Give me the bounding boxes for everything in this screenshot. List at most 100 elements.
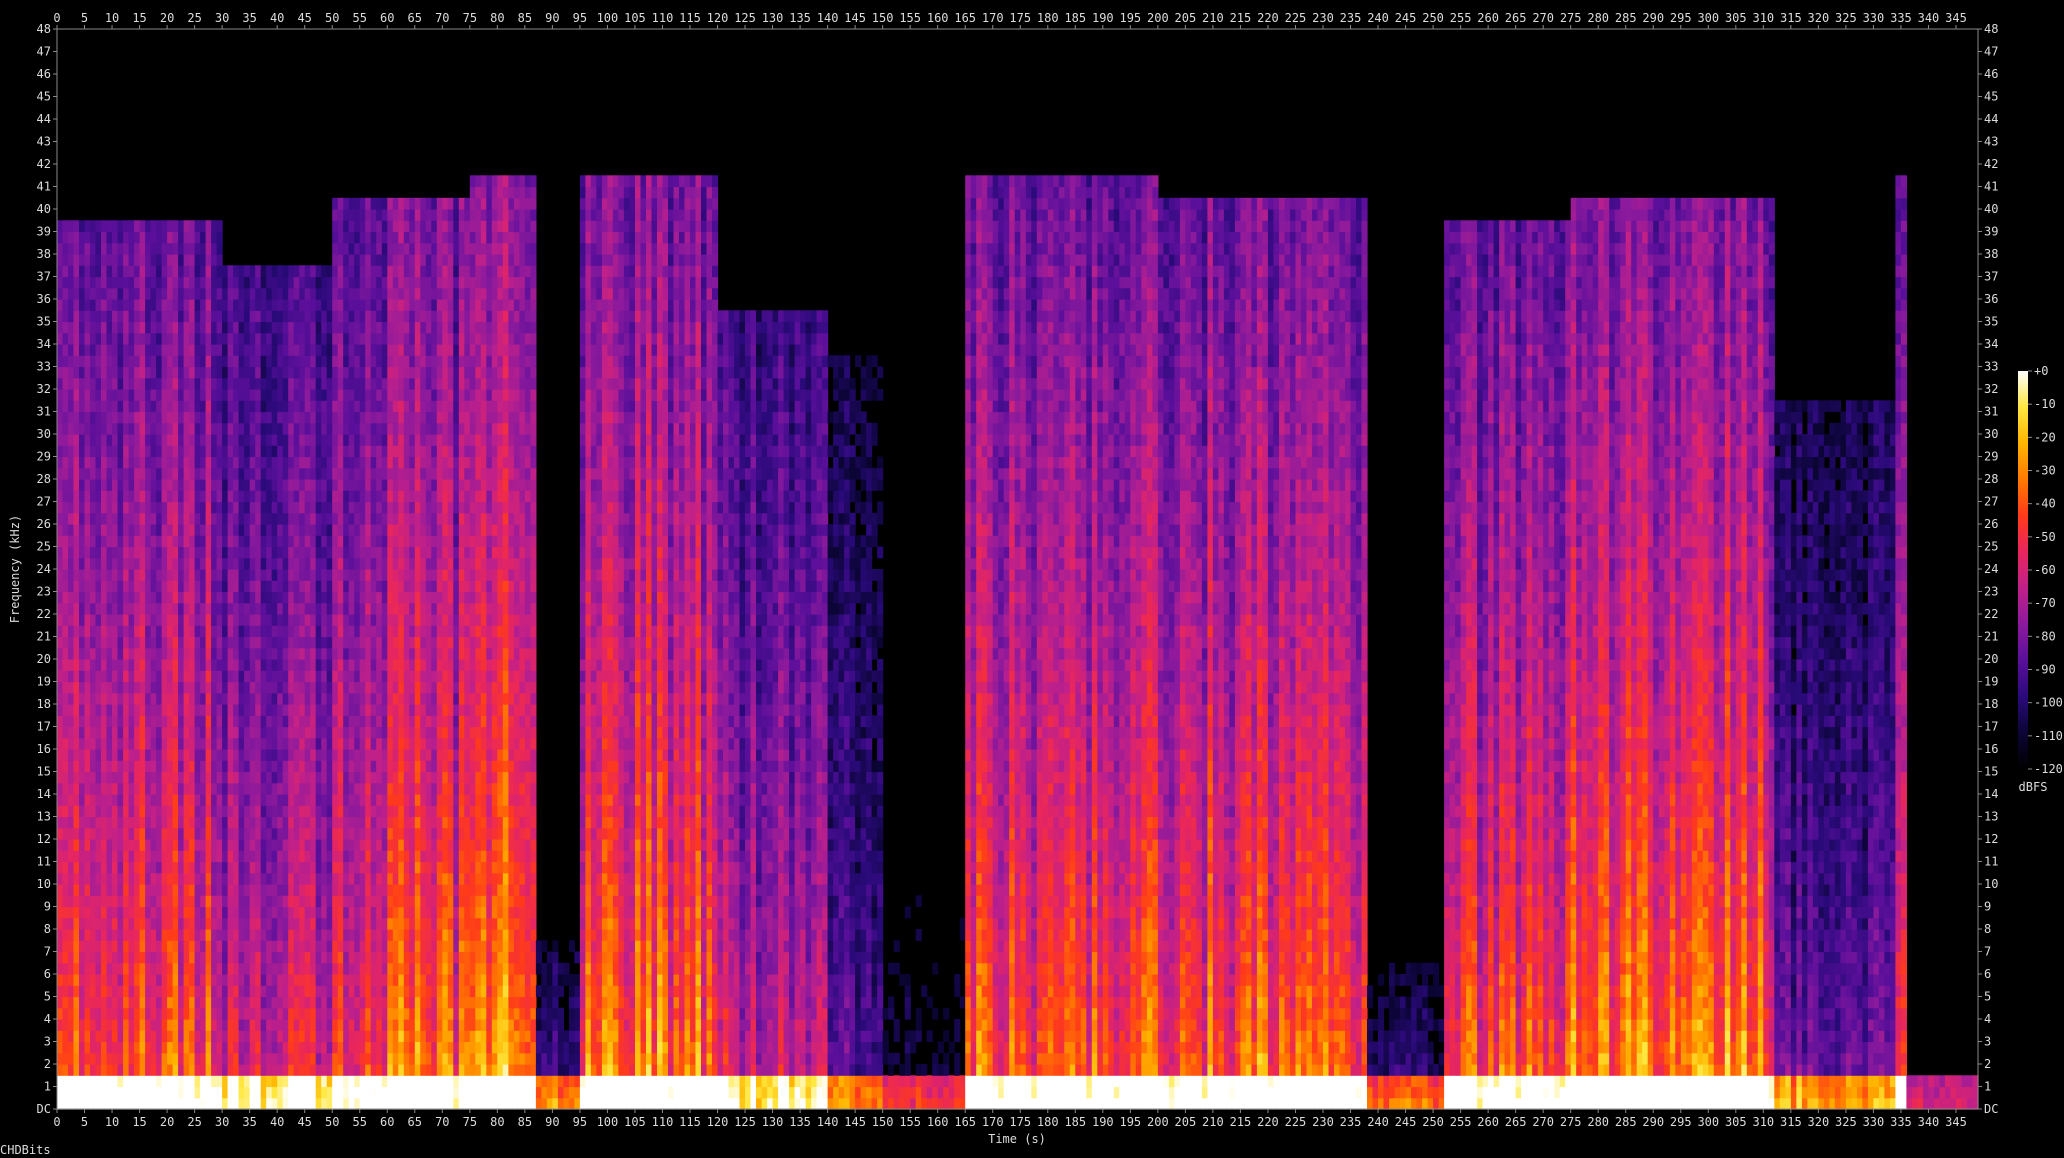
spectrogram-cell: [370, 760, 377, 773]
spectrogram-cell: [62, 996, 69, 1009]
spectrogram-cell: [255, 771, 262, 784]
spectrogram-cell: [101, 827, 108, 840]
spectrogram-cell: [271, 670, 278, 683]
spectrogram-cell: [271, 355, 278, 368]
spectrogram-cell: [266, 1030, 273, 1043]
spectrogram-cell: [57, 726, 64, 739]
spectrogram-cell: [238, 512, 245, 525]
spectrogram-cell: [128, 580, 135, 593]
spectrogram-cell: [211, 490, 218, 503]
spectrogram-cell: [139, 681, 146, 694]
spectrogram-cell: [84, 794, 91, 806]
spectrogram-cell: [321, 872, 328, 885]
spectrogram-cell: [299, 884, 306, 896]
spectrogram-cell: [117, 704, 124, 716]
spectrogram-cell: [57, 625, 64, 638]
spectrogram-cell: [79, 1030, 86, 1043]
spectrogram-cell: [150, 220, 157, 233]
spectrogram-cell: [387, 704, 394, 716]
spectrogram-cell: [139, 535, 146, 548]
spectrogram-cell: [233, 321, 240, 334]
spectrogram-cell: [370, 1097, 377, 1110]
spectrogram-cell: [106, 1007, 113, 1020]
spectrogram-cell: [315, 614, 322, 626]
spectrogram-cell: [321, 692, 328, 705]
spectrogram-cell: [354, 625, 361, 638]
spectrogram-cell: [167, 434, 174, 446]
spectrogram-cell: [90, 895, 97, 908]
spectrogram-cell: [277, 681, 284, 694]
spectrogram-cell: [227, 951, 234, 964]
spectrogram-cell: [172, 850, 179, 863]
spectrogram-cell: [84, 231, 91, 244]
spectrogram-cell: [365, 231, 372, 244]
spectrogram-cell: [222, 512, 229, 525]
spectrogram-cell: [266, 1075, 273, 1088]
spectrogram-cell: [178, 782, 185, 795]
spectrogram-cell: [398, 1086, 405, 1099]
spectrogram-cell: [123, 625, 130, 638]
spectrogram-cell: [282, 602, 289, 615]
spectrogram-cell: [288, 535, 295, 548]
spectrogram-cell: [150, 884, 157, 896]
spectrogram-cell: [200, 816, 207, 829]
spectrogram-cell: [337, 861, 344, 874]
spectrogram-cell: [216, 827, 223, 840]
spectrogram-cell: [178, 242, 185, 255]
spectrogram-cell: [117, 422, 124, 435]
spectrogram-cell: [73, 1075, 80, 1088]
spectrogram-cell: [255, 794, 262, 806]
spectrogram-cell: [161, 704, 168, 716]
spectrogram-cell: [200, 434, 207, 446]
spectrogram-cell: [277, 479, 284, 491]
spectrogram-cell: [84, 850, 91, 863]
spectrogram-cell: [101, 1019, 108, 1031]
spectrogram-cell: [244, 580, 251, 593]
spectrogram-cell: [139, 805, 146, 818]
spectrogram-cell: [288, 1052, 295, 1065]
spectrogram-cell: [332, 265, 339, 278]
spectrogram-cell: [271, 321, 278, 334]
spectrogram-cell: [271, 704, 278, 716]
spectrogram-cell: [200, 1097, 207, 1110]
spectrogram-cell: [68, 591, 75, 604]
spectrogram-cell: [348, 636, 355, 649]
spectrogram-cell: [183, 872, 190, 885]
spectrogram-cell: [95, 411, 102, 424]
spectrogram-cell: [288, 321, 295, 334]
spectrogram-cell: [222, 839, 229, 851]
spectrogram-cell: [343, 355, 350, 368]
spectrogram-cell: [73, 647, 80, 660]
spectrogram-cell: [62, 951, 69, 964]
spectrogram-cell: [211, 569, 218, 581]
spectrogram-cell: [134, 344, 141, 356]
spectrogram-cell: [172, 985, 179, 998]
spectrogram-cell: [249, 715, 256, 728]
spectrogram-cell: [249, 670, 256, 683]
spectrogram-cell: [79, 872, 86, 885]
spectrogram-cell: [392, 299, 399, 311]
spectrogram-cell: [337, 704, 344, 716]
spectrogram-cell: [321, 557, 328, 570]
spectrogram-cell: [95, 749, 102, 761]
spectrogram-cell: [260, 681, 267, 694]
spectrogram-cell: [222, 805, 229, 818]
spectrogram-cell: [238, 434, 245, 446]
spectrogram-cell: [101, 535, 108, 548]
spectrogram-cell: [387, 917, 394, 930]
spectrogram-cell: [112, 569, 119, 581]
spectrogram-cell: [387, 1007, 394, 1020]
spectrogram-cell: [337, 692, 344, 705]
spectrogram-cell: [266, 929, 273, 941]
spectrogram-cell: [128, 951, 135, 964]
spectrogram-cell: [123, 1064, 130, 1076]
spectrogram-cell: [128, 377, 135, 390]
spectrogram-cell: [321, 794, 328, 806]
spectrogram-cell: [128, 850, 135, 863]
spectrogram-cell: [123, 1086, 130, 1099]
spectrogram-cell: [354, 1086, 361, 1099]
spectrogram-cell: [183, 400, 190, 413]
spectrogram-cell: [134, 467, 141, 480]
spectrogram-cell: [321, 760, 328, 773]
spectrogram-cell: [139, 467, 146, 480]
